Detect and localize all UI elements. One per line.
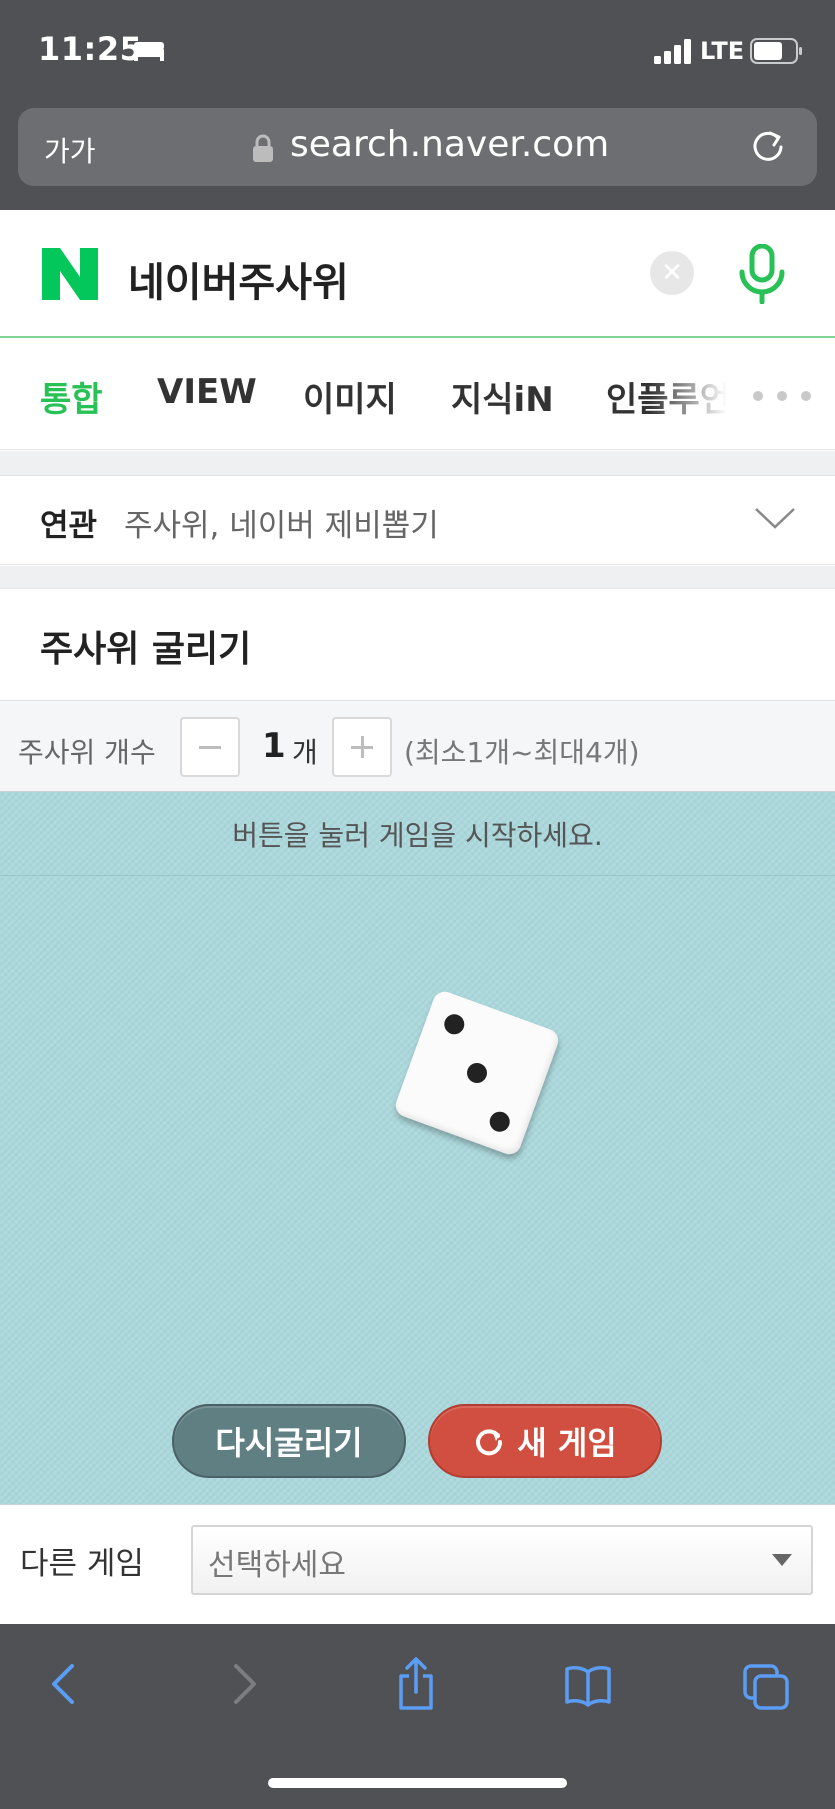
tabs-icon[interactable] bbox=[742, 1656, 790, 1712]
text-size-button[interactable]: 가가 bbox=[44, 130, 96, 170]
minus-icon bbox=[199, 746, 221, 749]
tab-knowledge[interactable]: 지식iN bbox=[451, 372, 554, 421]
mic-icon[interactable] bbox=[736, 244, 788, 304]
section-gap bbox=[0, 451, 835, 475]
reroll-label: 다시굴리기 bbox=[215, 1424, 363, 1462]
reload-icon[interactable] bbox=[748, 127, 788, 167]
url-text[interactable]: search.naver.com bbox=[290, 124, 609, 165]
new-game-label: 새 게임 bbox=[517, 1424, 617, 1462]
dice-count-value: 1 bbox=[262, 726, 286, 766]
section-gap bbox=[0, 566, 835, 588]
section-title: 주사위 굴리기 bbox=[40, 629, 252, 670]
game-select-value[interactable]: 선택하세요 bbox=[208, 1540, 346, 1584]
back-icon[interactable] bbox=[40, 1656, 88, 1712]
forward-icon[interactable] bbox=[220, 1656, 268, 1712]
dice-pip bbox=[441, 1011, 468, 1038]
chevron-down-icon[interactable] bbox=[754, 506, 796, 530]
board-message: 버튼을 눌러 게임을 시작하세요. bbox=[232, 819, 603, 852]
share-icon[interactable] bbox=[392, 1656, 440, 1712]
tab-fade bbox=[650, 352, 760, 432]
more-icon[interactable] bbox=[752, 390, 812, 402]
naver-logo-icon[interactable] bbox=[42, 248, 98, 300]
search-header bbox=[0, 210, 835, 338]
tab-integrated[interactable]: 통합 bbox=[40, 372, 103, 421]
other-games-label: 다른 게임 bbox=[20, 1546, 144, 1582]
network-type: LTE bbox=[700, 37, 745, 65]
refresh-icon bbox=[476, 1429, 503, 1456]
dice-board bbox=[0, 792, 835, 1504]
increase-button[interactable] bbox=[332, 717, 392, 777]
bookmarks-icon[interactable] bbox=[564, 1656, 612, 1712]
related-text[interactable]: 주사위, 네이버 제비뽑기 bbox=[124, 500, 439, 545]
related-label: 연관 bbox=[40, 508, 98, 544]
search-query[interactable]: 네이버주사위 bbox=[128, 250, 349, 308]
bed-icon bbox=[134, 42, 164, 61]
home-indicator[interactable] bbox=[268, 1778, 567, 1788]
decrease-button[interactable] bbox=[180, 717, 240, 777]
tab-images[interactable]: 이미지 bbox=[303, 372, 397, 421]
dice-count-range: (최소1개~최대4개) bbox=[404, 736, 640, 769]
reroll-button[interactable]: 다시굴리기 bbox=[172, 1404, 406, 1478]
new-game-button[interactable]: 새 게임 bbox=[428, 1404, 662, 1478]
status-time: 11:25 bbox=[38, 30, 143, 68]
lock-icon bbox=[253, 134, 273, 162]
dice-count-unit: 개 bbox=[292, 736, 318, 769]
tab-view[interactable]: VIEW bbox=[157, 372, 257, 412]
dice-pip bbox=[486, 1108, 513, 1135]
dice-count-label: 주사위 개수 bbox=[18, 736, 156, 769]
signal-icon bbox=[654, 39, 691, 64]
clear-icon[interactable]: ✕ bbox=[650, 251, 694, 295]
dice-pip bbox=[464, 1060, 490, 1086]
caret-down-icon[interactable] bbox=[772, 1554, 792, 1566]
battery-icon bbox=[750, 38, 802, 64]
plus-icon-vertical bbox=[361, 736, 364, 758]
